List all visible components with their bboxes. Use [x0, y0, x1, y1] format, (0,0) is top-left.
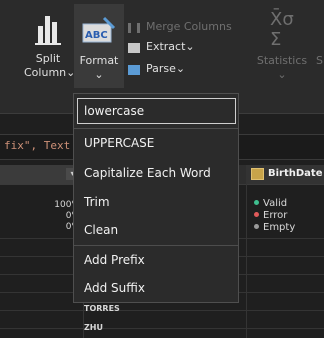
- overflow-label: S: [316, 54, 323, 67]
- table-cell[interactable]: ZHU: [84, 323, 103, 332]
- menu-item-uppercase[interactable]: UPPERCASE: [84, 136, 154, 150]
- split-column-icon: [35, 16, 61, 45]
- menu-item-lowercase[interactable]: lowercase: [84, 104, 144, 118]
- parse-icon: [128, 65, 140, 75]
- formula-text: fix", Text: [4, 139, 71, 152]
- empty-stat: Empty: [254, 222, 295, 233]
- statistics-button[interactable]: X̄σ Σ Statistics ⌄: [252, 4, 312, 88]
- menu-item-capitalize-each-word[interactable]: Capitalize Each Word: [84, 166, 211, 180]
- merge-columns-icon: [128, 23, 140, 33]
- error-dot-icon: [254, 212, 259, 217]
- calendar-icon: [251, 168, 264, 180]
- extract-icon: [128, 43, 140, 53]
- valid-stat: Valid: [254, 198, 287, 209]
- parse-label: Parse⌄: [146, 62, 186, 75]
- svg-text:ABC: ABC: [85, 30, 108, 41]
- grid-line: [0, 328, 324, 329]
- valid-dot-icon: [254, 200, 259, 205]
- birthdate-header-label: BirthDate: [268, 168, 323, 179]
- chevron-down-icon: ⌄: [94, 68, 104, 81]
- empty-dot-icon: [254, 224, 259, 229]
- split-column-button[interactable]: Split Column⌄: [24, 4, 76, 84]
- menu-separator: [74, 245, 238, 246]
- grid-line: [0, 310, 324, 311]
- menu-item-add-suffix[interactable]: Add Suffix: [84, 281, 145, 295]
- menu-item-trim[interactable]: Trim: [84, 195, 110, 209]
- extract-label: Extract⌄: [146, 40, 195, 53]
- menu-item-clean[interactable]: Clean: [84, 223, 118, 237]
- error-stat: Error: [254, 210, 287, 221]
- merge-columns-label: Merge Columns: [146, 20, 232, 33]
- merge-columns-button[interactable]: Merge Columns: [128, 20, 238, 36]
- parse-button[interactable]: Parse⌄: [128, 62, 208, 78]
- statistics-icon: X̄σ Σ: [270, 9, 294, 50]
- chevron-down-icon: ⌄: [277, 68, 287, 81]
- menu-separator: [74, 128, 238, 129]
- split-column-label: Split Column⌄: [24, 52, 76, 79]
- format-dropdown-menu: lowercase UPPERCASE Capitalize Each Word…: [73, 93, 239, 303]
- menu-item-add-prefix[interactable]: Add Prefix: [84, 253, 145, 267]
- format-label: Format: [79, 54, 119, 67]
- grid-column-line: [246, 184, 247, 338]
- statistics-label: Statistics: [256, 54, 308, 67]
- extract-button[interactable]: Extract⌄: [128, 40, 208, 56]
- column-header[interactable]: ▾: [0, 165, 84, 184]
- format-text-icon: ABC: [82, 16, 116, 43]
- format-button[interactable]: ABC Format ⌄: [74, 4, 124, 88]
- table-cell[interactable]: TORRES: [84, 304, 120, 313]
